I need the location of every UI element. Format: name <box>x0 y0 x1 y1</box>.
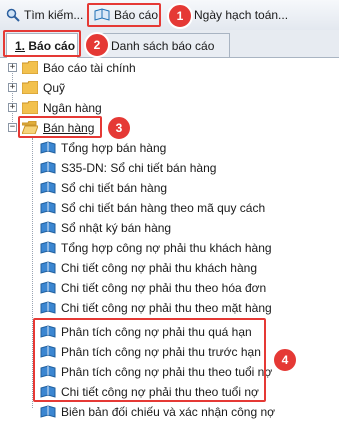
report-item[interactable]: Sổ chi tiết bán hàng theo mã quy cách <box>0 198 339 218</box>
report-label: Sổ chi tiết bán hàng theo mã quy cách <box>61 201 266 215</box>
highlight-report-tab <box>3 30 81 57</box>
tree-folder-label: Ngân hàng <box>43 101 102 115</box>
report-book-icon <box>40 281 56 294</box>
expand-icon[interactable]: + <box>8 103 17 112</box>
expand-icon[interactable]: + <box>8 63 17 72</box>
annotation-badge-2: 2 <box>84 32 110 58</box>
report-item[interactable]: S35-DN: Sổ chi tiết bán hàng <box>0 158 339 178</box>
report-label: Chi tiết công nợ phải thu theo mặt hàng <box>61 301 272 315</box>
report-tree: + Báo cáo tài chính + Quỹ + Ngân hàng − … <box>0 58 339 422</box>
tab-bar: 1. Báo cáo Danh sách báo cáo 2 <box>0 30 339 58</box>
search-button[interactable]: Tìm kiếm... <box>2 4 87 26</box>
highlight-receivable-analysis-reports <box>33 318 266 402</box>
tree-folder-label: Quỹ <box>43 81 66 95</box>
folder-icon <box>22 101 38 114</box>
report-item[interactable]: Tổng hợp công nợ phải thu khách hàng <box>0 238 339 258</box>
report-book-icon <box>40 405 56 418</box>
report-item[interactable]: Chi tiết công nợ phải thu theo mặt hàng <box>0 298 339 318</box>
report-book-icon <box>40 161 56 174</box>
report-book-icon <box>40 261 56 274</box>
search-icon <box>6 8 20 22</box>
report-item[interactable]: Biên bản đối chiếu và xác nhận công nợ <box>0 402 339 422</box>
report-label: Tổng hợp bán hàng <box>61 141 167 155</box>
report-label: Biên bản đối chiếu và xác nhận công nợ <box>61 405 276 419</box>
highlight-report-button <box>87 3 161 27</box>
tree-folder-label: Báo cáo tài chính <box>43 61 136 75</box>
report-label: S35-DN: Sổ chi tiết bán hàng <box>61 161 217 175</box>
report-book-icon <box>40 221 56 234</box>
folder-icon <box>22 61 38 74</box>
collapse-icon[interactable]: − <box>8 123 17 132</box>
posting-date-label: Ngày hạch toán... <box>194 8 289 22</box>
report-item[interactable]: Tổng hợp bán hàng <box>0 138 339 158</box>
report-label: Chi tiết công nợ phải thu khách hàng <box>61 261 258 275</box>
report-book-icon <box>40 241 56 254</box>
report-book-icon <box>40 301 56 314</box>
tree-folder-cash[interactable]: + Quỹ <box>0 78 339 98</box>
report-item[interactable]: Sổ chi tiết bán hàng <box>0 178 339 198</box>
annotation-badge-4: 4 <box>272 347 298 373</box>
report-label: Sổ chi tiết bán hàng <box>61 181 168 195</box>
tab-report-list[interactable]: Danh sách báo cáo <box>100 33 230 57</box>
report-item[interactable]: Sổ nhật ký bán hàng <box>0 218 339 238</box>
expand-icon[interactable]: + <box>8 83 17 92</box>
report-label: Chi tiết công nợ phải thu theo hóa đơn <box>61 281 267 295</box>
report-book-icon <box>40 201 56 214</box>
report-label: Sổ nhật ký bán hàng <box>61 221 172 235</box>
tree-folder-bank[interactable]: + Ngân hàng <box>0 98 339 118</box>
report-book-icon <box>40 181 56 194</box>
tree-folder-financial-reports[interactable]: + Báo cáo tài chính <box>0 58 339 78</box>
highlight-sales-folder <box>18 116 102 138</box>
annotation-badge-1: 1 <box>167 3 193 29</box>
report-item[interactable]: Chi tiết công nợ phải thu theo hóa đơn <box>0 278 339 298</box>
folder-icon <box>22 81 38 94</box>
toolbar: Tìm kiếm... Báo cáo Ngày hạch toán... 1 <box>0 0 339 31</box>
tab-report-list-label: Danh sách báo cáo <box>111 39 215 53</box>
report-label: Tổng hợp công nợ phải thu khách hàng <box>61 241 272 255</box>
report-item[interactable]: Chi tiết công nợ phải thu khách hàng <box>0 258 339 278</box>
report-book-icon <box>40 141 56 154</box>
search-label: Tìm kiếm... <box>24 8 84 22</box>
